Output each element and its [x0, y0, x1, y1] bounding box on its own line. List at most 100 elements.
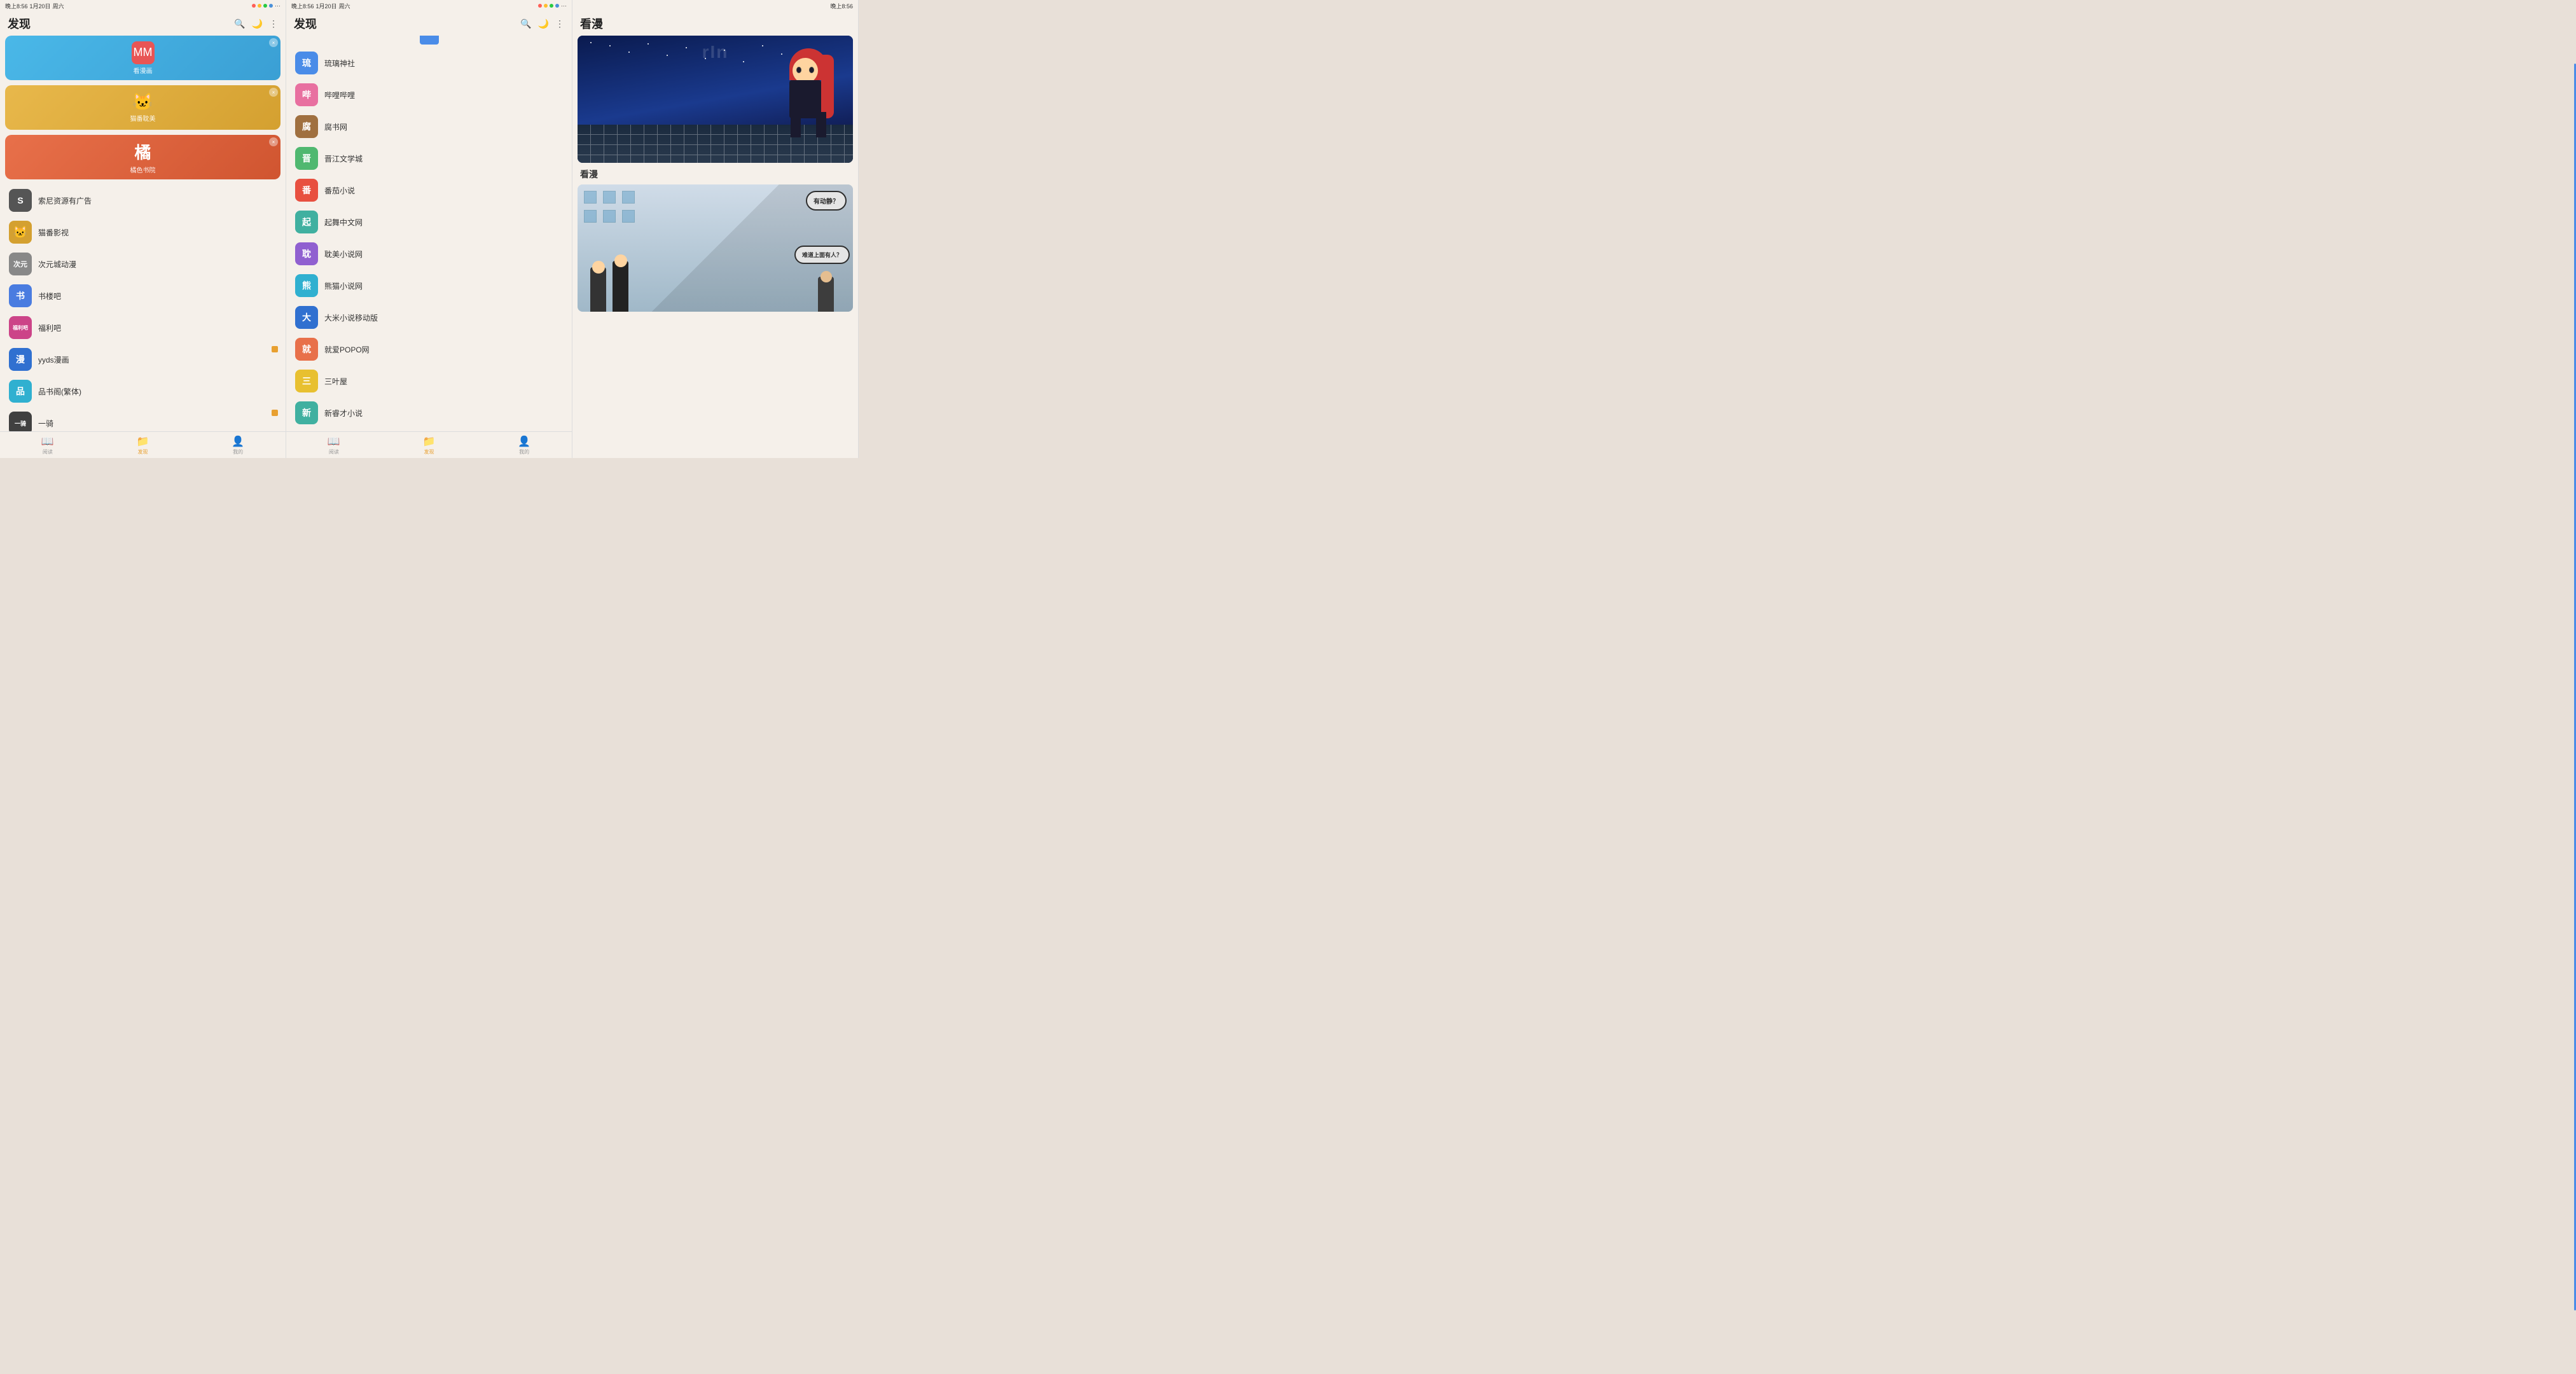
search-icon-1[interactable]: 🔍 [234, 18, 245, 29]
moon-icon-2[interactable]: 🌙 [538, 18, 549, 29]
bibibi-icon: 哔 [295, 83, 318, 106]
yiqi-icon: 一骑 [9, 412, 32, 431]
list-item-bibibi[interactable]: 哔 哔哩哔哩 [291, 79, 567, 111]
header-icons-1: 🔍 🌙 ⋮ [234, 18, 278, 29]
sanyewu-icon: 三 [295, 370, 318, 392]
tab-read-label-2: 阅读 [329, 448, 339, 455]
tab-discover-2[interactable]: 📁 发现 [382, 432, 477, 458]
card-kanman[interactable]: × MM 看漫画 [5, 36, 280, 80]
list-item-qidian[interactable]: 起 起舞中文网 [291, 206, 567, 238]
orange-text: 橘 [134, 140, 151, 163]
search-icon-2[interactable]: 🔍 [520, 18, 531, 29]
dot-blue-1 [269, 4, 273, 8]
list-item-baozi[interactable]: 包 包子漫画 [291, 429, 567, 431]
dami-icon: 大 [295, 306, 318, 329]
dot-yellow-2 [544, 4, 548, 8]
comic-banner-1[interactable]: rIn [578, 36, 853, 163]
list-item-fanqie[interactable]: 番 番茄小说 [291, 174, 567, 206]
list-item-dami[interactable]: 大 大米小说移动版 [291, 302, 567, 333]
list-item-pinshu[interactable]: 品 品书阁(繁体) [5, 375, 280, 407]
fushu-label: 腐书网 [324, 121, 347, 132]
status-bar-3: 晚上8:56 [572, 0, 858, 11]
maopan-label: 猫番耽美 [130, 113, 156, 123]
list-item-erm[interactable]: 耽 耽美小说网 [291, 238, 567, 270]
tab-mine-1[interactable]: 👤 我的 [190, 432, 286, 458]
list-item-yyds[interactable]: 漫 yyds漫画 [5, 344, 280, 375]
list-item-popo[interactable]: 就 就爱POPO网 [291, 333, 567, 365]
list-item-shulou[interactable]: 书 书楼吧 [5, 280, 280, 312]
list-item-panda[interactable]: 熊 熊猫小说网 [291, 270, 567, 302]
jjwx-label: 晋江文学城 [324, 153, 363, 164]
status-left-1: 晚上8:56 1月20日 周六 [5, 2, 64, 10]
page-title-1: 发现 [8, 15, 31, 32]
comic-scene-bg: 有动静？ 难道上面有人？ [578, 184, 853, 312]
scroll-indicator [420, 36, 439, 45]
tab-mine-2[interactable]: 👤 我的 [476, 432, 572, 458]
status-more-1: ··· [275, 3, 280, 9]
page-title-2: 发现 [294, 15, 317, 32]
eye-right [809, 67, 814, 73]
close-maopan[interactable]: × [269, 88, 278, 97]
tab-bar-1: 📖 阅读 📁 发现 👤 我的 [0, 431, 286, 458]
yyds-label: yyds漫画 [38, 354, 69, 365]
close-kanman[interactable]: × [269, 38, 278, 47]
moon-icon-1[interactable]: 🌙 [252, 18, 263, 29]
shulou-icon: 书 [9, 284, 32, 307]
popo-icon: 就 [295, 338, 318, 361]
panel-content-1: × MM 看漫画 × 🐱 猫番耽美 × 橘 橘色书院 S 索尼资源有广告 [0, 36, 286, 431]
list-item-maopan-film[interactable]: 🐱 猫番影视 [5, 216, 280, 248]
panel-content-3: rIn 看漫 [572, 36, 858, 458]
list-item-fushu[interactable]: 腐 腐书网 [291, 111, 567, 142]
status-right-2: ··· [538, 3, 567, 9]
close-orange[interactable]: × [269, 137, 278, 146]
panel-comic-reader: 晚上8:56 看漫 [572, 0, 859, 458]
yiqi-label: 一骑 [38, 418, 53, 429]
list-item-jjwx[interactable]: 晋 晋江文学城 [291, 142, 567, 174]
tab-discover-1[interactable]: 📁 发现 [95, 432, 191, 458]
watermark: rIn [702, 42, 729, 62]
shulou-label: 书楼吧 [38, 291, 61, 302]
tab-mine-label-2: 我的 [519, 448, 529, 455]
dot-red-2 [538, 4, 542, 8]
card-orange[interactable]: × 橘 橘色书院 [5, 135, 280, 179]
list-item-yiqi[interactable]: 一骑 一骑 [5, 407, 280, 431]
comic-banner-2[interactable]: 有动静？ 难道上面有人？ [578, 184, 853, 312]
comp-lines [578, 184, 853, 312]
list-item-sony[interactable]: S 索尼资源有广告 [5, 184, 280, 216]
tab-read-2[interactable]: 📖 阅读 [286, 432, 382, 458]
tab-mine-icon-2: 👤 [518, 435, 530, 448]
leg-left [791, 112, 801, 137]
tab-discover-label-1: 发现 [138, 448, 148, 455]
more-icon-1[interactable]: ⋮ [269, 18, 278, 29]
ciyuan-label: 次元城动漫 [38, 259, 76, 270]
qidian-label: 起舞中文网 [324, 217, 363, 228]
ciyuan-icon: 次元 [9, 253, 32, 275]
list-item-xinrui[interactable]: 新 新睿才小说 [291, 397, 567, 429]
xinrui-label: 新睿才小说 [324, 408, 363, 419]
yyds-icon: 漫 [9, 348, 32, 371]
list-item-liuli[interactable]: 琉 琉璃神社 [291, 47, 567, 79]
card-maopan[interactable]: × 🐱 猫番耽美 [5, 85, 280, 130]
list-item-ciyuan[interactable]: 次元 次元城动漫 [5, 248, 280, 280]
list-item-sanyewu[interactable]: 三 三叶屋 [291, 365, 567, 397]
dot-green-2 [550, 4, 553, 8]
list-item-fulib[interactable]: 福利吧 福利吧 [5, 312, 280, 344]
more-icon-2[interactable]: ⋮ [555, 18, 564, 29]
qidian-icon: 起 [295, 211, 318, 233]
jjwx-icon: 晋 [295, 147, 318, 170]
page-title-3: 看漫 [580, 18, 603, 31]
panel-discover-2: 晚上8:56 1月20日 周六 ··· 发现 🔍 🌙 ⋮ 琉 琉璃神社 哔 [286, 0, 572, 458]
sanyewu-label: 三叶屋 [324, 376, 347, 387]
tab-read-icon-2: 📖 [328, 435, 340, 448]
tab-bar-2: 📖 阅读 📁 发现 👤 我的 [286, 431, 572, 458]
pinshu-icon: 品 [9, 380, 32, 403]
status-time-1: 晚上8:56 [5, 2, 28, 10]
stars [590, 42, 592, 43]
status-bar-2: 晚上8:56 1月20日 周六 ··· [286, 0, 572, 11]
eye-left [796, 67, 801, 73]
status-left-2: 晚上8:56 1月20日 周六 [291, 2, 350, 10]
status-date-1: 1月20日 [30, 2, 51, 10]
fanqie-label: 番茄小说 [324, 185, 355, 196]
tab-read-1[interactable]: 📖 阅读 [0, 432, 95, 458]
maopan-film-icon: 🐱 [9, 221, 32, 244]
